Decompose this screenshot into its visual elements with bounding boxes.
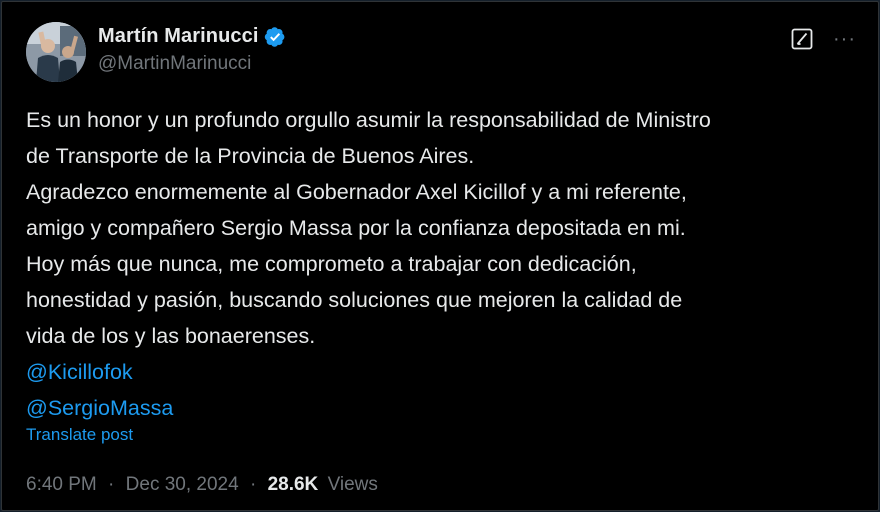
author-display-name[interactable]: Martín Marinucci — [98, 25, 259, 48]
post-text-line: de Transporte de la Provincia de Buenos … — [26, 144, 475, 168]
post-text-line: Es un honor y un profundo orgullo asumir… — [26, 108, 711, 132]
meta-separator: · — [108, 474, 115, 495]
mention-link-kicillofok[interactable]: @Kicillofok — [26, 354, 866, 390]
views-label: Views — [327, 474, 378, 495]
header-actions: ··· — [791, 28, 856, 50]
post-text: Es un honor y un profundo orgullo asumir… — [26, 102, 866, 426]
views-count: 28.6K — [267, 474, 319, 495]
post-text-line: Agradezco enormemente al Gobernador Axel… — [26, 180, 687, 204]
name-row: Martín Marinucci — [98, 25, 286, 48]
post-date[interactable]: Dec 30, 2024 — [126, 474, 239, 495]
post-meta: 6:40 PM · Dec 30, 2024 · 28.6K Views — [26, 474, 378, 496]
grok-icon[interactable] — [791, 28, 813, 50]
verified-badge-icon[interactable] — [264, 26, 286, 48]
translate-post-link[interactable]: Translate post — [26, 425, 133, 445]
post-header: Martín Marinucci @MartinMarinucci ··· — [26, 22, 856, 82]
post-time[interactable]: 6:40 PM — [26, 474, 97, 495]
meta-separator: · — [249, 474, 257, 495]
avatar[interactable] — [26, 22, 86, 82]
more-options-icon[interactable]: ··· — [833, 29, 856, 49]
post-text-line: Hoy más que nunca, me comprometo a traba… — [26, 252, 637, 276]
post-card: Martín Marinucci @MartinMarinucci ··· Es… — [1, 1, 879, 511]
author-block: Martín Marinucci @MartinMarinucci — [98, 25, 286, 75]
post-text-line: honestidad y pasión, buscando soluciones… — [26, 288, 683, 312]
mention-link-sergiomassa[interactable]: @SergioMassa — [26, 390, 866, 426]
author-handle[interactable]: @MartinMarinucci — [98, 53, 286, 75]
post-text-line: vida de los y las bonaerenses. — [26, 324, 316, 348]
profile-photo-icon — [26, 22, 86, 82]
post-text-line: amigo y compañero Sergio Massa por la co… — [26, 216, 686, 240]
